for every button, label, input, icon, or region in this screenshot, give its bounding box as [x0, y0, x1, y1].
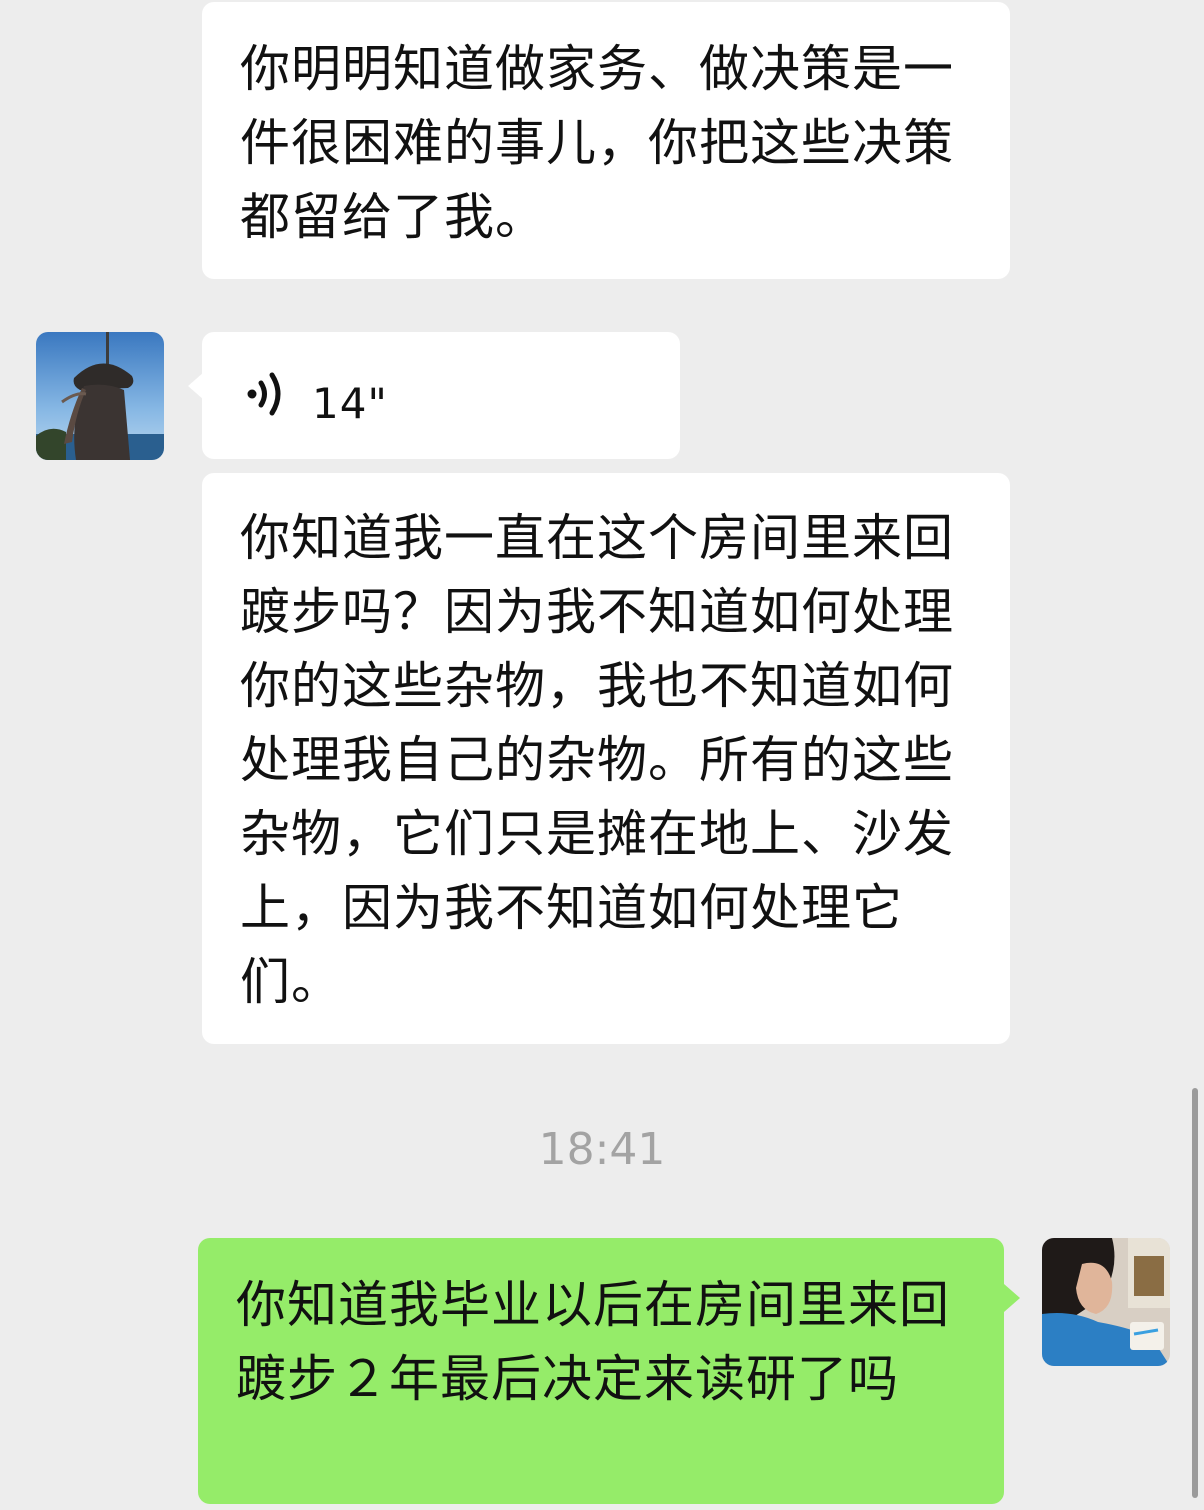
voice-duration: 14" [312, 379, 388, 428]
contact-avatar-image [36, 332, 164, 460]
chat-area: 你明明知道做家务、做决策是一件很困难的事儿，你把这些决策都留给了我。 14" 你… [0, 0, 1204, 1510]
outgoing-message-bubble[interactable]: 你知道我毕业以后在房间里来回踱步２年最后决定来读研了吗 [198, 1238, 1004, 1504]
message-text: 你知道我一直在这个房间里来回踱步吗？因为我不知道如何处理你的这些杂物，我也不知道… [240, 509, 954, 1011]
incoming-message-bubble[interactable]: 你明明知道做家务、做决策是一件很困难的事儿，你把这些决策都留给了我。 [202, 2, 1010, 279]
user-avatar-image [1042, 1238, 1170, 1366]
incoming-message-bubble[interactable]: 你知道我一直在这个房间里来回踱步吗？因为我不知道如何处理你的这些杂物，我也不知道… [202, 473, 1010, 1044]
voice-message-row: 14" [244, 366, 388, 442]
message-text: 你知道我毕业以后在房间里来回踱步２年最后决定来读研了吗 [236, 1276, 950, 1408]
message-text: 你明明知道做家务、做决策是一件很困难的事儿，你把这些决策都留给了我。 [240, 40, 954, 246]
scrollbar[interactable] [1192, 1088, 1198, 1498]
contact-avatar[interactable] [36, 332, 164, 460]
user-avatar[interactable] [1042, 1238, 1170, 1366]
message-timestamp: 18:41 [538, 1124, 666, 1175]
voice-wave-icon [244, 366, 288, 442]
voice-message-bubble[interactable]: 14" [202, 332, 680, 459]
